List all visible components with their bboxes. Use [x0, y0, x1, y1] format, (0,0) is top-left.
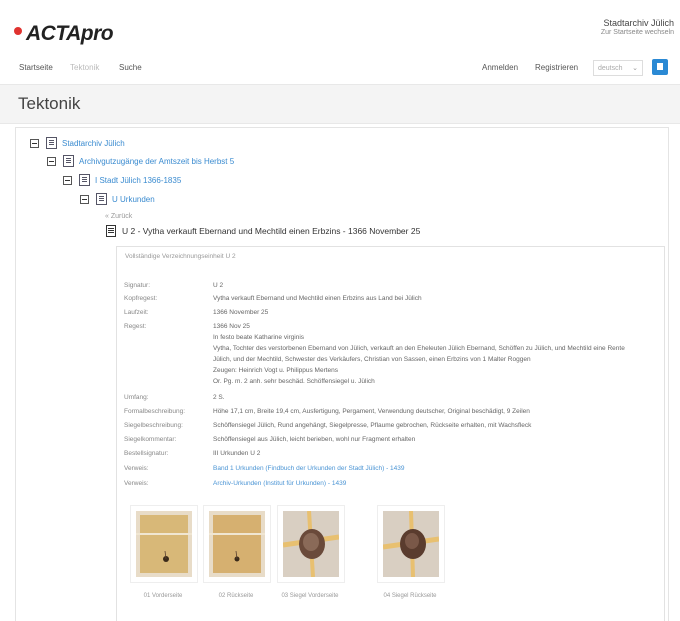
image-thumbnail[interactable] — [203, 505, 271, 583]
image-caption: 04 Siegel Rückseite — [383, 593, 437, 599]
nav-item-suche[interactable]: Suche — [119, 63, 142, 72]
field-value-kopfregest: Vytha verkauft Ebernand und Mechtild ein… — [213, 295, 422, 302]
field-value-laufzeit: 1366 November 25 — [213, 309, 269, 316]
permalink-label[interactable]: Vollständige Verzeichnungseinheit U 2 — [125, 253, 236, 260]
nav-item-tektonik[interactable]: Tektonik — [70, 63, 99, 72]
field-value-regest: 1366 Nov 25 — [213, 323, 250, 330]
field-value-siegelkommentar: Schöffensiegel aus Jülich, leicht berieb… — [213, 436, 416, 443]
field-label-verweis-2: Verweis: — [124, 480, 149, 487]
language-select[interactable]: deutsch ⌄ — [593, 60, 643, 76]
archive-name-block[interactable]: Stadtarchiv Jülich Zur Startseite wechse… — [601, 18, 674, 36]
image-thumbnail[interactable] — [277, 505, 345, 583]
field-label-signatur: Signatur: — [124, 282, 151, 289]
field-label-siegelbeschreibung: Siegelbeschreibung: — [124, 422, 183, 429]
field-value-umfang: 2 S. — [213, 394, 225, 401]
field-value-signatur: U 2 — [213, 282, 224, 289]
field-value-regest-line2: In festo beate Katharine virginis — [213, 334, 305, 341]
current-record: U 2 - Vytha verkauft Ebernand und Mechti… — [106, 225, 420, 237]
field-value-siegelbeschreibung: Schöffensiegel Jülich, Rund angehängt, S… — [213, 422, 532, 429]
image-thumbnail[interactable] — [130, 505, 198, 583]
current-record-title: U 2 - Vytha verkauft Ebernand und Mechti… — [122, 226, 421, 236]
field-label-bestellsignatur: Bestellsignatur: — [124, 450, 169, 457]
logo-dot-icon — [14, 27, 22, 36]
top-header: ACTApro Stadtarchiv Jülich Zur Startseit… — [0, 0, 680, 60]
field-value-regest-line4: Jülich, und der Mechtild, Schwester des … — [213, 356, 531, 363]
flag-icon — [657, 63, 663, 70]
field-label-laufzeit: Laufzeit: — [124, 309, 149, 316]
logo-text: ACTApro — [26, 22, 114, 45]
document-back-image — [209, 511, 265, 577]
image-caption: 01 Vorderseite — [143, 593, 183, 599]
flag-button[interactable] — [652, 59, 668, 75]
field-label-regest: Regest: — [124, 323, 147, 330]
archive-subtitle[interactable]: Zur Startseite wechseln — [601, 29, 674, 36]
collapse-icon[interactable] — [47, 156, 56, 166]
document-icon — [106, 225, 116, 237]
chevron-down-icon: ⌄ — [632, 65, 638, 72]
field-value-regest-line3: Vytha, Tochter des verstorbenen Ebernand… — [213, 345, 625, 352]
image-thumbnail[interactable] — [377, 505, 445, 583]
field-value-regest-line6: Or. Pg. m. 2 anh. sehr beschäd. Schöffen… — [213, 378, 375, 385]
collapse-icon[interactable] — [30, 138, 39, 148]
document-front-image — [136, 511, 192, 577]
fonds-icon — [79, 174, 90, 186]
tree-node-label[interactable]: I Stadt Jülich 1366-1835 — [95, 176, 181, 185]
field-label-verweis-1: Verweis: — [124, 465, 149, 472]
tree-node-label[interactable]: U Urkunden — [112, 195, 155, 204]
field-label-siegelkommentar: Siegelkommentar: — [124, 436, 177, 443]
register-link[interactable]: Registrieren — [535, 63, 578, 72]
language-select-value: deutsch — [598, 65, 623, 72]
tree-node-label[interactable]: Stadtarchiv Jülich — [62, 139, 125, 148]
field-value-formalbeschreibung: Höhe 17,1 cm, Breite 19,4 cm, Ausfertigu… — [213, 408, 530, 415]
seal-back-image — [383, 511, 439, 577]
image-caption: 02 Rückseite — [218, 593, 254, 599]
image-caption: 03 Siegel Vorderseite — [281, 593, 339, 599]
tree-node-label[interactable]: Archivgutzugänge der Amtszeit bis Herbst… — [79, 157, 234, 166]
tree-node-stadt-juelich[interactable]: I Stadt Jülich 1366-1835 — [63, 174, 181, 186]
field-value-regest-line5: Zeugen: Heinrich Vogt u. Philippus Merte… — [213, 367, 339, 374]
field-value-verweis-2[interactable]: Archiv-Urkunden (Institut für Urkunden) … — [213, 480, 346, 487]
archive-name: Stadtarchiv Jülich — [603, 18, 674, 28]
field-label-kopfregest: Kopfregest: — [124, 295, 158, 302]
archive-icon — [46, 137, 57, 149]
tree-node-archive[interactable]: Stadtarchiv Jülich — [30, 137, 125, 149]
series-icon — [96, 193, 107, 205]
back-link[interactable]: « Zurück — [105, 213, 132, 220]
page-title: Tektonik — [18, 94, 81, 113]
title-bar: Tektonik — [0, 84, 680, 124]
field-value-verweis-1[interactable]: Band 1 Urkunden (Findbuch der Urkunden d… — [213, 465, 405, 472]
main-nav: Startseite Tektonik Suche Anmelden Regis… — [0, 58, 680, 80]
seal-front-image — [283, 511, 339, 577]
field-value-bestellsignatur: III Urkunden U 2 — [213, 450, 261, 457]
nav-item-startseite[interactable]: Startseite — [19, 63, 53, 72]
collapse-icon[interactable] — [80, 194, 89, 204]
collapse-icon[interactable] — [63, 175, 72, 185]
field-label-umfang: Umfang: — [124, 394, 149, 401]
field-label-formalbeschreibung: Formalbeschreibung: — [124, 408, 186, 415]
logo[interactable]: ACTApro — [14, 22, 114, 46]
tree-node-holdings[interactable]: Archivgutzugänge der Amtszeit bis Herbst… — [47, 155, 234, 167]
folder-icon — [63, 155, 74, 167]
login-link[interactable]: Anmelden — [482, 63, 518, 72]
tree-node-urkunden[interactable]: U Urkunden — [80, 193, 155, 205]
